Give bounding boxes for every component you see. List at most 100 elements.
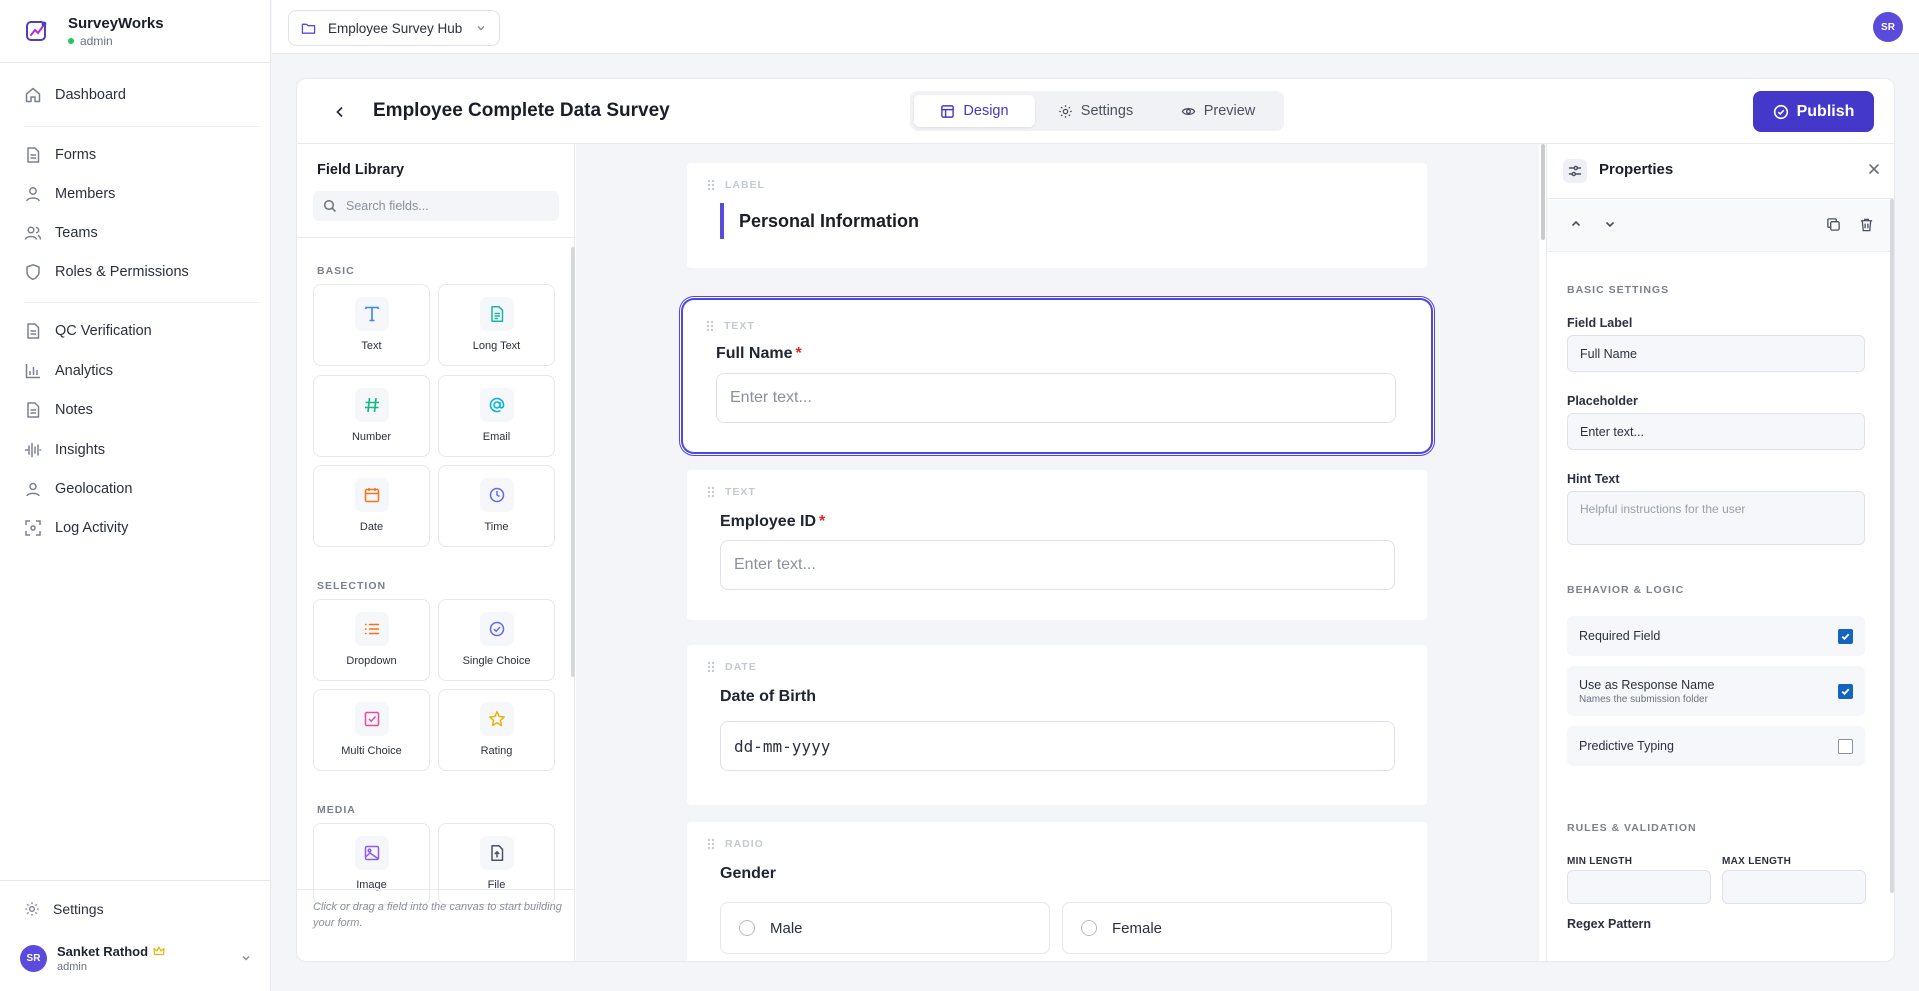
field-card-employee-id[interactable]: TEXT Employee ID * Enter text... xyxy=(687,470,1427,620)
gear-icon xyxy=(1059,104,1072,118)
tab-preview[interactable]: Preview xyxy=(1156,95,1280,127)
brand-logo-icon xyxy=(24,18,50,44)
field-label-input[interactable]: Full Name xyxy=(1567,335,1865,372)
nav-item-forms[interactable]: Forms xyxy=(24,142,96,168)
section-behavior: BEHAVIOR & LOGIC xyxy=(1567,584,1685,596)
search-input[interactable]: Search fields... xyxy=(313,191,559,221)
hint-text-input[interactable]: Helpful instructions for the user xyxy=(1567,491,1865,545)
field-tile-email[interactable]: Email xyxy=(438,375,555,457)
gear-icon xyxy=(25,902,39,916)
check-circle-icon xyxy=(1773,104,1788,119)
field-tile-number[interactable]: Number xyxy=(313,375,430,457)
field-library: Field Library Search fields... BASIC Tex… xyxy=(297,144,575,961)
radio-circle xyxy=(1081,920,1097,936)
search-placeholder: Search fields... xyxy=(346,199,429,213)
nav-item-geolocation[interactable]: Geolocation xyxy=(24,476,132,502)
nav-label: Geolocation xyxy=(55,481,133,497)
field-tile-text[interactable]: Text xyxy=(313,284,430,366)
trash-icon[interactable] xyxy=(1859,217,1874,232)
max-length-input[interactable] xyxy=(1722,870,1866,904)
workspace-selector[interactable]: Employee Survey Hub xyxy=(288,10,500,46)
field-type-label: LABEL xyxy=(707,179,765,191)
response-name-toggle[interactable]: Use as Response Name Names the submissio… xyxy=(1567,666,1865,716)
toggle-description: Names the submission folder xyxy=(1579,693,1708,705)
nav-item-teams[interactable]: Teams xyxy=(24,220,98,246)
required-field-toggle[interactable]: Required Field xyxy=(1567,616,1865,656)
check-circle-icon xyxy=(479,612,514,646)
input-placeholder: Enter text... xyxy=(734,556,816,573)
date-of-birth-input[interactable]: dd-mm-yyyy xyxy=(720,721,1395,771)
properties-scrollbar[interactable] xyxy=(1890,199,1894,893)
drag-handle-icon[interactable] xyxy=(707,486,715,498)
field-tile-image[interactable]: Image xyxy=(313,823,430,905)
field-card-full-name[interactable]: TEXT Full Name * Enter text... xyxy=(684,301,1430,451)
response-name-checkbox[interactable] xyxy=(1838,683,1853,699)
sidebar-divider xyxy=(0,880,271,881)
tab-settings[interactable]: Settings xyxy=(1035,95,1156,127)
drag-handle-icon[interactable] xyxy=(707,661,715,673)
canvas-scrollbar[interactable] xyxy=(1541,144,1545,240)
nav-label: Insights xyxy=(55,442,105,458)
library-scrollbar[interactable] xyxy=(571,247,575,677)
chevron-down-icon xyxy=(477,25,485,31)
predictive-typing-toggle[interactable]: Predictive Typing xyxy=(1567,726,1865,766)
tile-label: Single Choice xyxy=(462,655,531,667)
field-label: Full Name * xyxy=(716,345,802,363)
brand[interactable]: SurveyWorks admin xyxy=(24,14,164,48)
close-icon[interactable] xyxy=(1867,162,1881,176)
field-tile-dropdown[interactable]: Dropdown xyxy=(313,599,430,681)
placeholder-input[interactable]: Enter text... xyxy=(1567,413,1865,450)
employee-id-input[interactable]: Enter text... xyxy=(720,540,1395,590)
field-tile-long-text[interactable]: Long Text xyxy=(438,284,555,366)
nav-item-notes[interactable]: Notes xyxy=(24,397,93,423)
document-icon xyxy=(27,147,40,163)
field-tile-multi-choice[interactable]: Multi Choice xyxy=(313,689,430,771)
min-length-input[interactable] xyxy=(1567,870,1711,904)
field-tile-file[interactable]: File xyxy=(438,823,555,905)
required-checkbox[interactable] xyxy=(1838,628,1853,644)
nav-item-insights[interactable]: Insights xyxy=(24,437,105,463)
back-button[interactable] xyxy=(329,101,351,123)
tab-design[interactable]: Design xyxy=(914,95,1035,127)
field-card-gender[interactable]: RADIO Gender Male Female xyxy=(687,822,1427,961)
app-role: admin xyxy=(68,34,164,48)
avatar[interactable]: SR xyxy=(1873,12,1903,42)
map-pin-user-icon xyxy=(26,482,40,497)
field-card-date-of-birth[interactable]: DATE Date of Birth dd-mm-yyyy xyxy=(687,645,1427,805)
app-name: SurveyWorks xyxy=(68,14,164,32)
list-icon xyxy=(354,612,389,646)
chevron-up-icon[interactable] xyxy=(1569,217,1583,231)
hint-text-label: Hint Text xyxy=(1567,472,1620,486)
field-tile-rating[interactable]: Rating xyxy=(438,689,555,771)
drag-handle-icon[interactable] xyxy=(706,320,714,332)
properties-toolbar xyxy=(1547,200,1894,252)
field-tile-time[interactable]: Time xyxy=(438,465,555,547)
nav-item-dashboard[interactable]: Dashboard xyxy=(24,82,126,108)
nav-item-roles[interactable]: Roles & Permissions xyxy=(24,259,189,285)
radio-option-male[interactable]: Male xyxy=(720,902,1050,954)
waveform-icon xyxy=(24,442,42,458)
field-tile-single-choice[interactable]: Single Choice xyxy=(438,599,555,681)
drag-handle-icon[interactable] xyxy=(707,838,715,850)
field-card-section-label[interactable]: LABEL Personal Information xyxy=(687,163,1427,268)
nav-item-log-activity[interactable]: Log Activity xyxy=(24,515,128,541)
nav-item-analytics[interactable]: Analytics xyxy=(24,358,113,384)
copy-icon[interactable] xyxy=(1826,217,1841,232)
radio-circle xyxy=(739,920,755,936)
tile-label: Text xyxy=(361,340,382,352)
toggle-label: Predictive Typing xyxy=(1579,739,1674,753)
predictive-typing-checkbox[interactable] xyxy=(1838,738,1853,754)
publish-button[interactable]: Publish xyxy=(1753,91,1874,132)
search-icon xyxy=(323,199,337,213)
nav-item-members[interactable]: Members xyxy=(24,181,115,207)
field-tile-date[interactable]: Date xyxy=(313,465,430,547)
nav-label: Teams xyxy=(55,225,98,241)
chevron-down-icon[interactable] xyxy=(1603,217,1617,231)
nav-item-settings[interactable]: Settings xyxy=(24,896,104,922)
user-menu[interactable]: SR Sanket Rathod admin xyxy=(20,940,252,976)
radio-option-female[interactable]: Female xyxy=(1062,902,1392,954)
nav-item-qc[interactable]: QC Verification xyxy=(24,318,152,344)
full-name-input[interactable]: Enter text... xyxy=(716,373,1396,423)
library-divider xyxy=(297,237,575,238)
drag-handle-icon[interactable] xyxy=(707,179,715,191)
